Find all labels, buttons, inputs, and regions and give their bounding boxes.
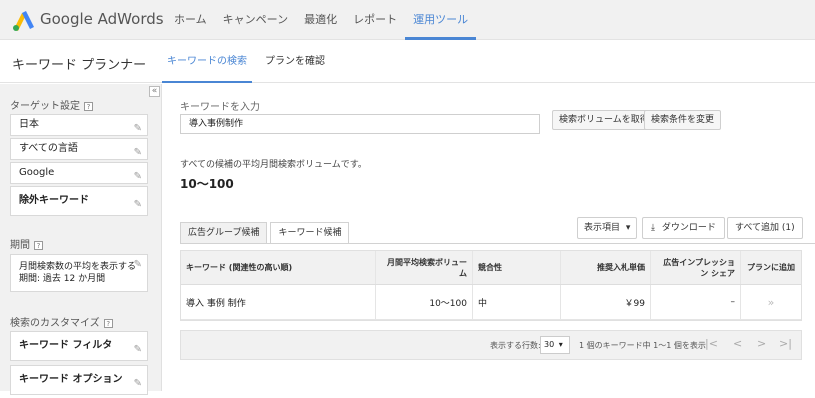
- target-network[interactable]: Google ✎: [10, 162, 148, 184]
- add-all-button[interactable]: すべて追加 (1): [727, 217, 803, 239]
- cell-keyword: 導入 事例 制作: [181, 285, 376, 319]
- negative-keywords[interactable]: 除外キーワード ✎: [10, 186, 148, 216]
- target-language-text: すべての言語: [19, 143, 78, 154]
- tab-ad-group-ideas[interactable]: 広告グループ候補: [180, 222, 268, 244]
- caret-down-icon: ▾: [625, 223, 631, 233]
- first-page-icon[interactable]: |<: [705, 337, 718, 350]
- change-conditions-button[interactable]: 検索条件を変更: [644, 110, 722, 130]
- get-volume-button[interactable]: 検索ボリュームを取得: [552, 110, 656, 130]
- tab-keyword-ideas[interactable]: キーワード候補: [270, 222, 350, 244]
- target-network-text: Google: [19, 167, 55, 178]
- cell-impression-share: –: [651, 285, 741, 319]
- download-button-label: ダウンロード: [661, 223, 716, 233]
- prev-page-icon[interactable]: <: [733, 337, 742, 350]
- next-page-icon[interactable]: >: [757, 337, 766, 350]
- rows-per-page-value: 30: [544, 340, 555, 349]
- add-to-plan-icon[interactable]: »: [741, 285, 801, 319]
- sidebar: « ターゲット設定? 日本 ✎ すべての言語 ✎ Google ✎ 除外キーワー…: [0, 84, 162, 395]
- table-header: キーワード (関連性の高い順) 月間平均検索ボリューム 競合性 推奨入札単価 広…: [181, 251, 801, 285]
- col-volume[interactable]: 月間平均検索ボリューム: [376, 251, 473, 284]
- col-impression-share[interactable]: 広告インプレッション シェア: [651, 251, 741, 284]
- page-range-text: 1 個のキーワード中 1〜1 個を表示: [579, 341, 706, 350]
- targeting-title-text: ターゲット設定: [10, 101, 80, 112]
- page-title: キーワード プランナー: [12, 58, 147, 73]
- negative-keywords-text: 除外キーワード: [19, 195, 89, 206]
- results-tabs: 広告グループ候補 キーワード候補: [180, 222, 352, 244]
- pencil-icon[interactable]: ✎: [134, 370, 142, 398]
- col-bid[interactable]: 推奨入札単価: [561, 251, 651, 284]
- sub-tabs: キーワードの検索 プランを確認: [158, 41, 334, 83]
- period-line-1: 月間検索数の平均を表示する: [19, 262, 137, 272]
- average-volume-note: すべての候補の平均月間検索ボリュームです。: [180, 160, 367, 170]
- col-keyword[interactable]: キーワード (関連性の高い順): [181, 251, 376, 284]
- help-icon[interactable]: ?: [84, 101, 93, 111]
- nav-tools[interactable]: 運用ツール: [405, 0, 477, 40]
- cell-bid: ￥99: [561, 285, 651, 319]
- target-language[interactable]: すべての言語 ✎: [10, 138, 148, 160]
- main-content: キーワードを入力 導入事例制作 検索ボリュームを取得 検索条件を変更 すべての候…: [163, 84, 815, 391]
- top-bar: Google AdWords ホーム キャンペーン 最適化 レポート 運用ツール: [0, 0, 815, 40]
- pagination-bar: 表示する行数: 30 ▾ 1 個のキーワード中 1〜1 個を表示 |< < > …: [180, 330, 802, 360]
- pencil-icon[interactable]: ✎: [134, 259, 142, 271]
- table-row: 導入 事例 制作 10〜100 中 ￥99 – »: [181, 285, 801, 320]
- keyword-input[interactable]: 導入事例制作: [180, 114, 540, 134]
- period-line-2: 期間: 過去 12 か月間: [19, 274, 106, 284]
- caret-down-icon: ▾: [558, 340, 563, 349]
- period-section-title: 期間?: [10, 236, 43, 251]
- columns-button-label: 表示項目: [584, 223, 621, 233]
- nav-optimize[interactable]: 最適化: [296, 0, 345, 40]
- cell-competition: 中: [473, 285, 561, 319]
- nav-reports[interactable]: レポート: [345, 0, 405, 40]
- pencil-icon[interactable]: ✎: [134, 167, 142, 187]
- nav-home[interactable]: ホーム: [166, 0, 215, 40]
- adwords-logo-icon[interactable]: [12, 9, 36, 31]
- help-icon[interactable]: ?: [34, 240, 43, 250]
- collapse-sidebar-icon[interactable]: «: [149, 86, 160, 97]
- customize-title-text: 検索のカスタマイズ: [10, 318, 100, 329]
- download-button[interactable]: ⤓ ダウンロード: [642, 217, 725, 239]
- pencil-icon[interactable]: ✎: [134, 119, 142, 139]
- period-setting[interactable]: 月間検索数の平均を表示する 期間: 過去 12 か月間 ✎: [10, 254, 148, 292]
- help-icon[interactable]: ?: [103, 318, 113, 328]
- pencil-icon[interactable]: ✎: [134, 191, 142, 219]
- sub-header: キーワード プランナー キーワードの検索 プランを確認: [0, 41, 815, 83]
- top-nav: ホーム キャンペーン 最適化 レポート 運用ツール: [166, 0, 477, 40]
- keyword-filter-text: キーワード フィルタ: [19, 340, 113, 351]
- keyword-table: キーワード (関連性の高い順) 月間平均検索ボリューム 競合性 推奨入札単価 広…: [180, 250, 802, 321]
- brand-name[interactable]: Google AdWords: [40, 10, 164, 28]
- period-title-text: 期間: [10, 240, 30, 251]
- tab-review-plan[interactable]: プランを確認: [256, 41, 334, 83]
- tab-divider: [180, 243, 815, 244]
- rows-per-page-select[interactable]: 30 ▾: [540, 336, 570, 354]
- tab-keyword-search[interactable]: キーワードの検索: [158, 41, 256, 83]
- keyword-filter[interactable]: キーワード フィルタ ✎: [10, 331, 148, 361]
- rows-per-page-label: 表示する行数:: [490, 341, 541, 350]
- download-icon: ⤓: [651, 223, 655, 233]
- target-location[interactable]: 日本 ✎: [10, 114, 148, 136]
- average-volume-value: 10〜100: [180, 177, 234, 191]
- cell-volume: 10〜100: [376, 285, 473, 319]
- col-add-to-plan: プランに追加: [747, 263, 795, 272]
- pencil-icon[interactable]: ✎: [134, 336, 142, 364]
- last-page-icon[interactable]: >|: [779, 337, 792, 350]
- nav-campaigns[interactable]: キャンペーン: [215, 0, 296, 40]
- col-competition[interactable]: 競合性: [473, 251, 561, 284]
- keyword-options-text: キーワード オプション: [19, 374, 123, 385]
- columns-button[interactable]: 表示項目 ▾: [577, 217, 638, 239]
- keyword-input-label: キーワードを入力: [180, 102, 260, 113]
- pencil-icon[interactable]: ✎: [134, 143, 142, 163]
- target-location-text: 日本: [19, 119, 39, 130]
- customize-section-title: 検索のカスタマイズ?: [10, 314, 113, 329]
- targeting-section-title: ターゲット設定?: [10, 97, 93, 112]
